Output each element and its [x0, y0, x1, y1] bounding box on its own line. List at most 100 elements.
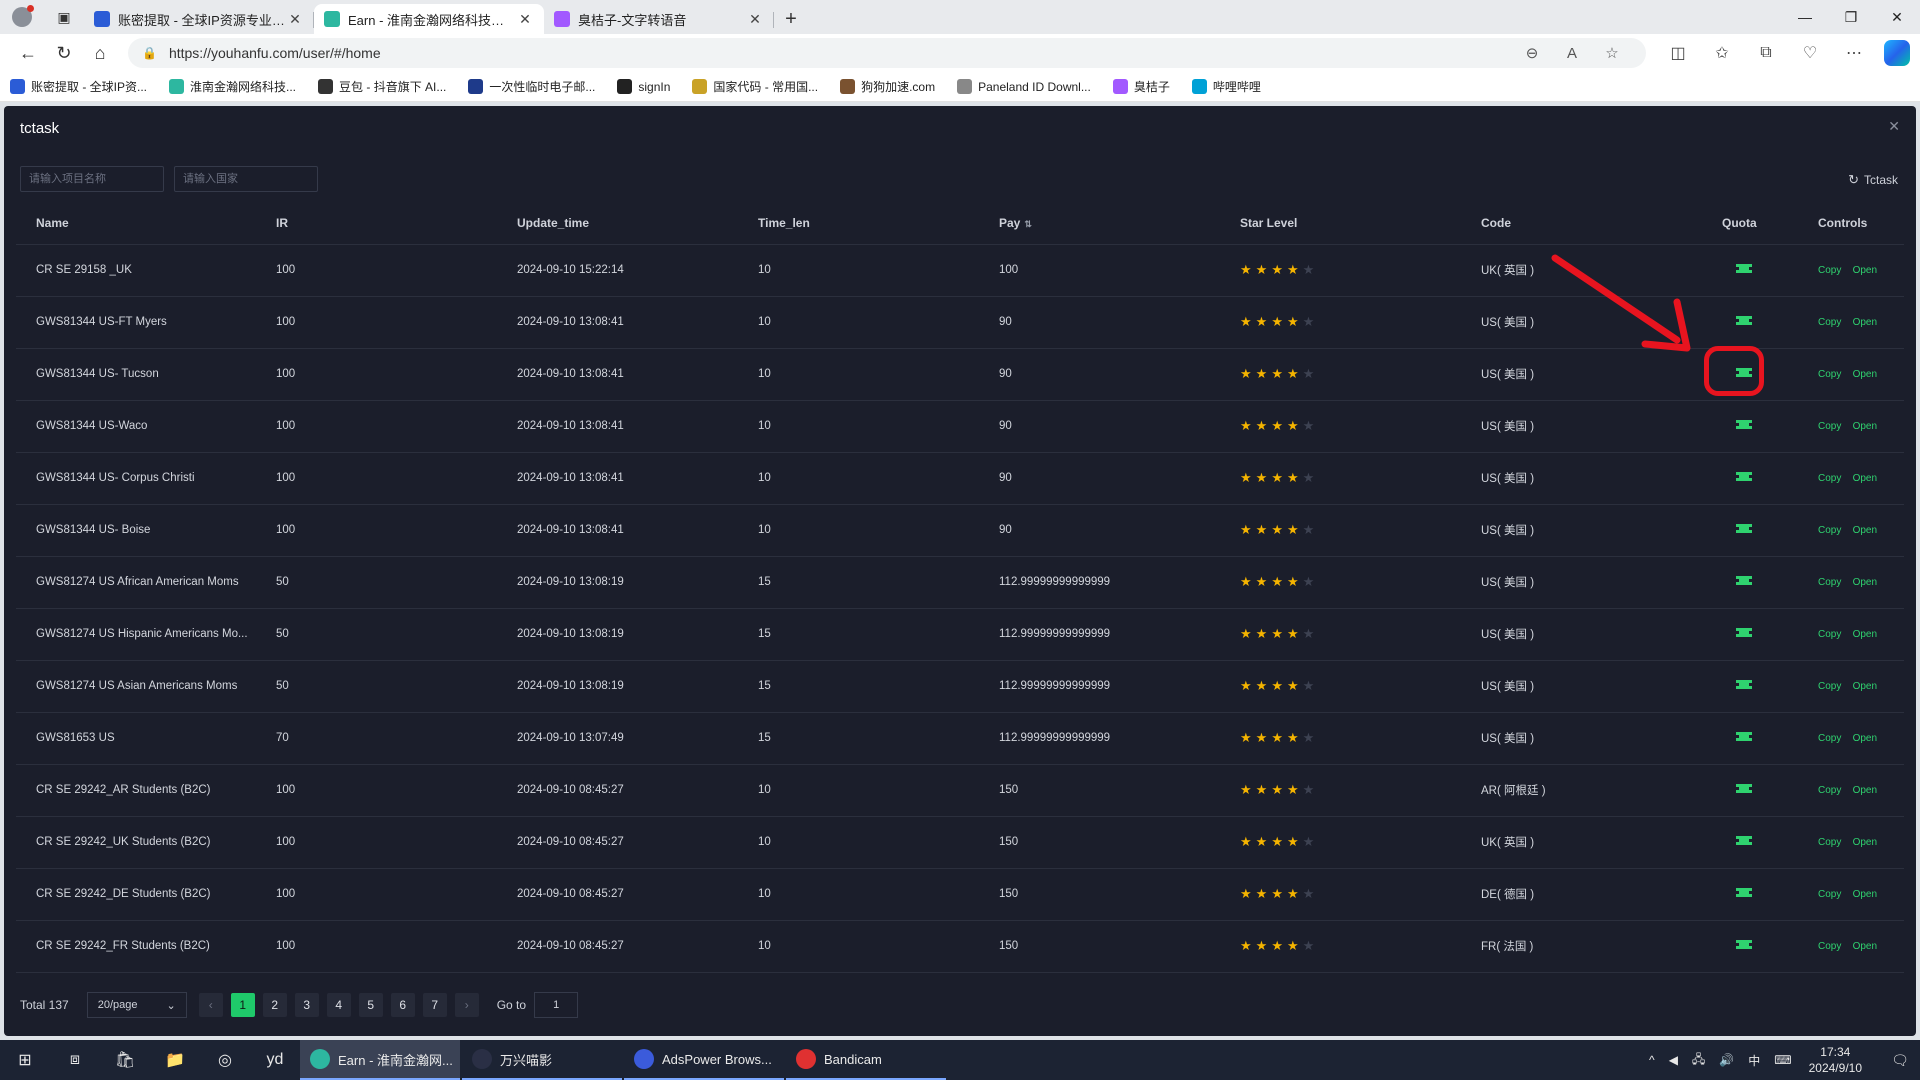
- copy-button[interactable]: Copy: [1818, 369, 1841, 380]
- page-number-button[interactable]: 4: [326, 993, 351, 1017]
- quota-icon[interactable]: [1736, 420, 1752, 429]
- tab-close-icon[interactable]: ✕: [746, 11, 764, 28]
- zoom-icon[interactable]: ⊖: [1512, 44, 1552, 62]
- page-number-button[interactable]: 2: [262, 993, 287, 1017]
- bookmark-item[interactable]: 一次性临时电子邮...: [468, 78, 595, 95]
- open-button[interactable]: Open: [1853, 681, 1877, 692]
- bookmark-item[interactable]: 哔哩哔哩: [1191, 78, 1261, 95]
- open-button[interactable]: Open: [1853, 473, 1877, 484]
- favorite-star-icon[interactable]: ☆: [1592, 44, 1632, 62]
- quota-icon[interactable]: [1736, 940, 1752, 949]
- home-button[interactable]: ⌂: [82, 38, 118, 68]
- open-button[interactable]: Open: [1853, 837, 1877, 848]
- quota-icon[interactable]: [1736, 836, 1752, 845]
- browser-tab[interactable]: Earn - 淮南金瀚网络科技有限公司 ✕: [314, 4, 544, 34]
- copy-button[interactable]: Copy: [1818, 265, 1841, 276]
- bookmark-item[interactable]: Paneland ID Downl...: [957, 79, 1091, 94]
- bookmark-item[interactable]: 豆包 - 抖音旗下 AI...: [318, 78, 446, 95]
- open-button[interactable]: Open: [1853, 265, 1877, 276]
- ime-indicator[interactable]: 中: [1748, 1052, 1760, 1069]
- tray-expand-icon[interactable]: ^: [1649, 1053, 1655, 1067]
- page-number-button[interactable]: 3: [294, 993, 319, 1017]
- bookmark-item[interactable]: 国家代码 - 常用国...: [692, 78, 818, 95]
- bookmark-item[interactable]: 狗狗加速.com: [840, 78, 935, 95]
- bookmark-item[interactable]: 淮南金瀚网络科技...: [169, 78, 296, 95]
- back-button[interactable]: ←: [10, 38, 46, 68]
- network-icon[interactable]: 🖧: [1692, 1050, 1705, 1071]
- page-size-select[interactable]: 20/page ⌄: [86, 992, 187, 1018]
- task-view-icon[interactable]: ⧈: [50, 1040, 100, 1080]
- copy-button[interactable]: Copy: [1818, 681, 1841, 692]
- browser-essentials-icon[interactable]: ♡: [1788, 38, 1832, 68]
- lock-icon[interactable]: 🔒: [142, 46, 157, 60]
- profile-button[interactable]: [0, 0, 44, 34]
- quota-icon[interactable]: [1736, 888, 1752, 897]
- goto-page-input[interactable]: 1: [534, 992, 579, 1018]
- open-button[interactable]: Open: [1853, 941, 1877, 952]
- restore-icon[interactable]: ❐: [1828, 0, 1874, 34]
- bookmark-item[interactable]: 账密提取 - 全球IP资...: [10, 78, 147, 95]
- close-icon[interactable]: ✕: [1888, 118, 1900, 135]
- copy-button[interactable]: Copy: [1818, 785, 1841, 796]
- copy-button[interactable]: Copy: [1818, 473, 1841, 484]
- volume-icon[interactable]: 🔊: [1719, 1053, 1734, 1067]
- store-icon[interactable]: 🛍: [100, 1040, 150, 1080]
- minimize-icon[interactable]: —: [1782, 0, 1828, 34]
- prev-page-button[interactable]: ‹: [198, 993, 223, 1017]
- copy-button[interactable]: Copy: [1818, 577, 1841, 588]
- reload-button[interactable]: ↻: [46, 38, 82, 68]
- bookmark-item[interactable]: 臭桔子: [1112, 78, 1170, 95]
- url-field[interactable]: 🔒 https://youhanfu.com/user/#/home ⊖ A ☆: [128, 38, 1646, 68]
- quota-icon[interactable]: [1736, 472, 1752, 481]
- record-icon[interactable]: ◀: [1669, 1053, 1678, 1067]
- favorites-icon[interactable]: ✩: [1700, 38, 1744, 68]
- copy-button[interactable]: Copy: [1818, 421, 1841, 432]
- tab-close-icon[interactable]: ✕: [286, 11, 304, 28]
- youdao-icon[interactable]: yd: [250, 1040, 300, 1080]
- quota-icon[interactable]: [1736, 732, 1752, 741]
- refresh-button[interactable]: ↻ Tctask: [1848, 172, 1898, 188]
- url-text[interactable]: https://youhanfu.com/user/#/home: [169, 45, 1512, 61]
- open-button[interactable]: Open: [1853, 629, 1877, 640]
- open-button[interactable]: Open: [1853, 889, 1877, 900]
- col-header-pay[interactable]: Pay ⇅: [979, 202, 1220, 245]
- page-number-button[interactable]: 1: [230, 993, 255, 1017]
- open-button[interactable]: Open: [1853, 525, 1877, 536]
- page-number-button[interactable]: 5: [358, 993, 383, 1017]
- more-menu-icon[interactable]: ⋯: [1832, 38, 1876, 68]
- page-number-button[interactable]: 6: [390, 993, 415, 1017]
- copilot-icon[interactable]: [1884, 40, 1910, 66]
- notification-icon[interactable]: 🗨: [1880, 1052, 1920, 1069]
- windows-start-icon[interactable]: ⊞: [0, 1040, 50, 1080]
- taskbar-app-button[interactable]: Bandicam: [786, 1040, 946, 1080]
- quota-icon[interactable]: [1736, 784, 1752, 793]
- copy-button[interactable]: Copy: [1818, 941, 1841, 952]
- open-button[interactable]: Open: [1853, 317, 1877, 328]
- project-name-input[interactable]: [20, 166, 164, 192]
- copy-button[interactable]: Copy: [1818, 317, 1841, 328]
- netease-music-icon[interactable]: ◎: [200, 1040, 250, 1080]
- copy-button[interactable]: Copy: [1818, 525, 1841, 536]
- quota-icon[interactable]: [1736, 680, 1752, 689]
- open-button[interactable]: Open: [1853, 369, 1877, 380]
- open-button[interactable]: Open: [1853, 733, 1877, 744]
- file-explorer-icon[interactable]: 📁: [150, 1040, 200, 1080]
- read-aloud-icon[interactable]: A: [1552, 45, 1592, 62]
- copy-button[interactable]: Copy: [1818, 733, 1841, 744]
- taskbar-app-button[interactable]: AdsPower Brows...: [624, 1040, 784, 1080]
- copy-button[interactable]: Copy: [1818, 629, 1841, 640]
- split-screen-icon[interactable]: ◫: [1656, 38, 1700, 68]
- keyboard-icon[interactable]: ⌨: [1774, 1053, 1791, 1067]
- clock[interactable]: 17:34 2024/9/10: [1809, 1044, 1862, 1076]
- copy-button[interactable]: Copy: [1818, 837, 1841, 848]
- copy-button[interactable]: Copy: [1818, 889, 1841, 900]
- tab-close-icon[interactable]: ✕: [516, 11, 534, 28]
- taskbar-app-button[interactable]: Earn - 淮南金瀚网...: [300, 1040, 460, 1080]
- bookmark-item[interactable]: signIn: [617, 79, 670, 94]
- quota-icon[interactable]: [1736, 524, 1752, 533]
- quota-icon[interactable]: [1736, 576, 1752, 585]
- next-page-button[interactable]: ›: [454, 993, 479, 1017]
- sort-icon[interactable]: ⇅: [1024, 219, 1032, 229]
- tab-actions-icon[interactable]: ▣: [44, 0, 84, 34]
- open-button[interactable]: Open: [1853, 421, 1877, 432]
